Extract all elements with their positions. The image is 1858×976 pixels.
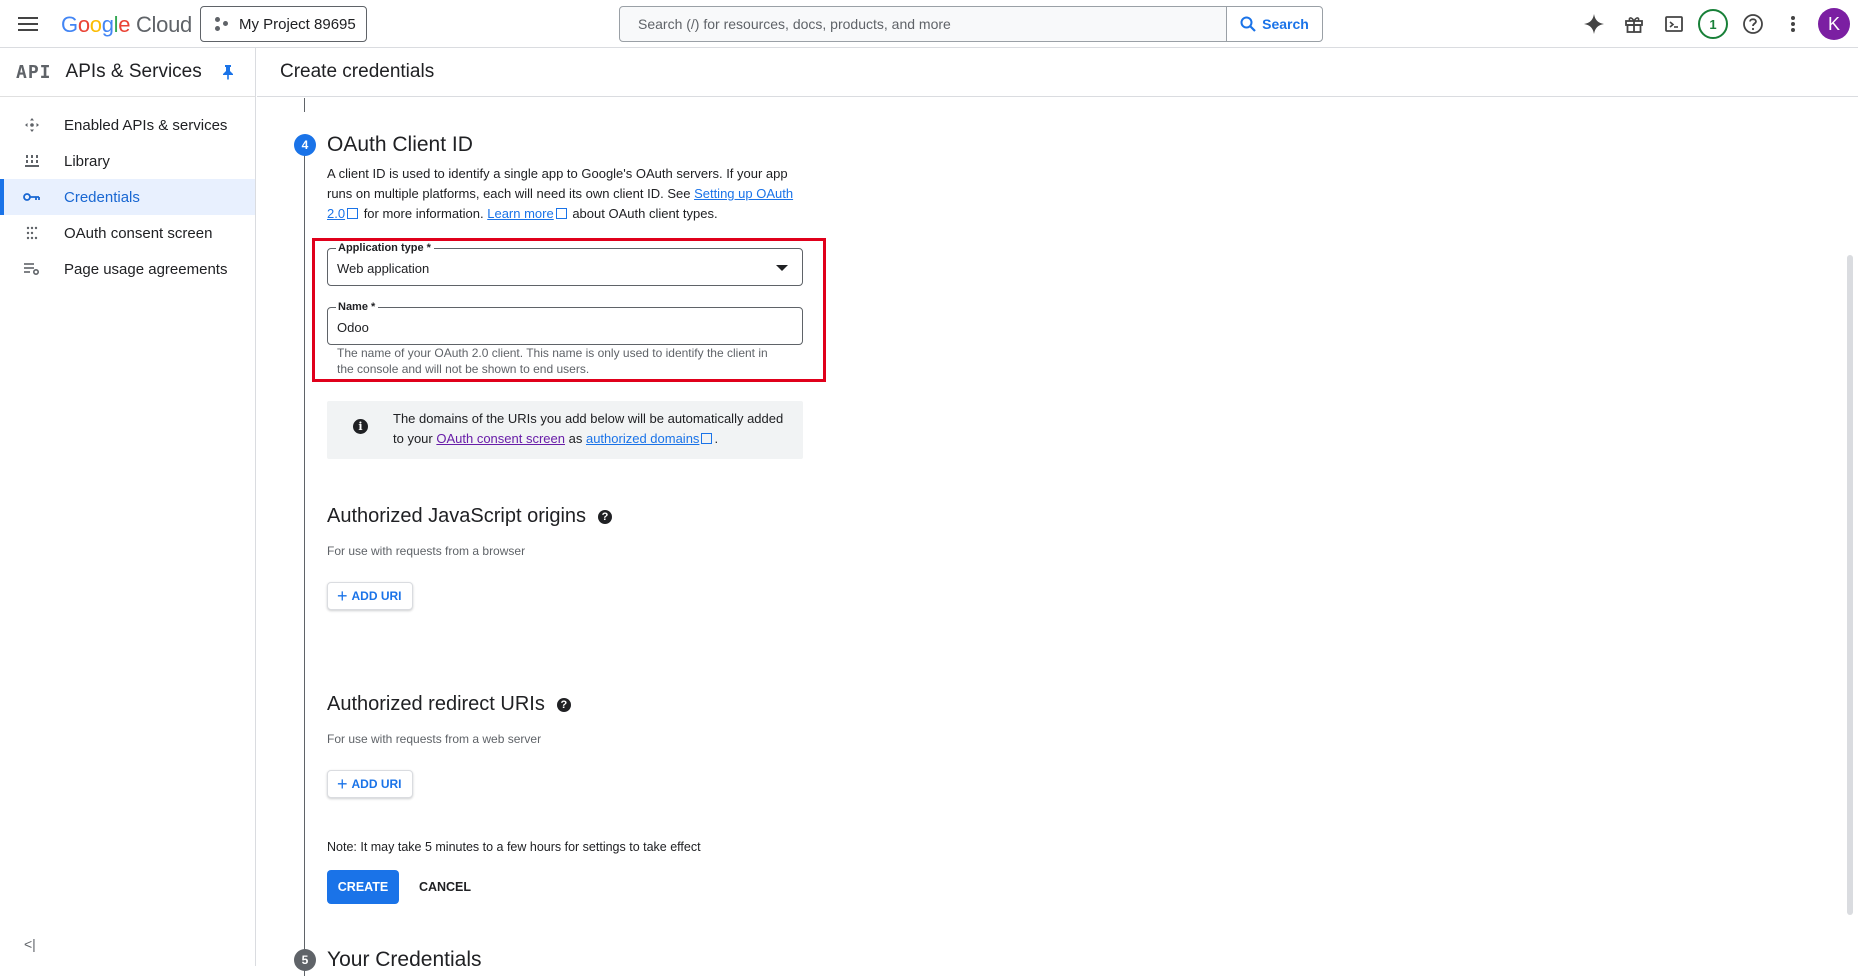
sidebar-header: API APIs & Services <box>0 48 255 97</box>
external-link-icon <box>701 433 713 444</box>
add-uri-label: ADD URI <box>351 777 402 791</box>
create-button[interactable]: CREATE <box>327 870 399 904</box>
pin-icon[interactable] <box>222 64 234 85</box>
js-origins-title: Authorized JavaScript origins <box>327 505 587 527</box>
info-text-part: . <box>714 431 719 446</box>
js-origins-heading: Authorized JavaScript origins ? <box>327 505 613 528</box>
sidebar-item-credentials[interactable]: Credentials <box>0 179 255 215</box>
vertical-scrollbar[interactable] <box>1847 255 1853 915</box>
dotted-grid-icon <box>0 226 64 240</box>
external-link-icon <box>555 208 567 219</box>
search-bar: Search (/) for resources, docs, products… <box>619 6 1323 42</box>
sidebar-item-label: Library <box>64 152 110 170</box>
top-bar: Google Cloud My Project 89695 Search (/)… <box>0 0 1858 48</box>
plus-icon: + <box>337 774 348 794</box>
step-connector-line <box>304 146 305 976</box>
search-button-label: Search <box>1262 16 1309 32</box>
application-type-value: Web application <box>337 261 430 276</box>
sidebar-item-enabled-apis[interactable]: Enabled APIs & services <box>0 107 255 143</box>
name-hint: The name of your OAuth 2.0 client. This … <box>337 346 768 376</box>
page-title: Create credentials <box>257 48 1858 97</box>
sidebar-item-page-usage[interactable]: Page usage agreements <box>0 251 255 287</box>
logo-cloud: Cloud <box>135 12 192 37</box>
more-options-icon[interactable] <box>1777 8 1809 40</box>
info-icon: i <box>353 419 368 434</box>
project-name: My Project 89695 <box>239 15 356 33</box>
add-uri-label: ADD URI <box>351 589 402 603</box>
application-type-label: Application type * <box>336 242 434 255</box>
info-text-part: as <box>565 431 586 446</box>
sidebar-item-label: OAuth consent screen <box>64 224 213 242</box>
main-menu-icon[interactable] <box>16 12 40 36</box>
add-js-origin-uri-button[interactable]: + ADD URI <box>327 582 413 610</box>
dropdown-arrow-icon <box>776 265 788 271</box>
sidebar-nav: Enabled APIs & services Library Credenti… <box>0 97 255 287</box>
main-content: 4 OAuth Client ID A client ID is used to… <box>257 98 1837 976</box>
account-avatar[interactable]: K <box>1818 8 1850 40</box>
collapse-sidebar-button[interactable]: <| <box>24 936 36 952</box>
library-icon <box>0 154 64 168</box>
gift-icon[interactable] <box>1618 8 1650 40</box>
cloud-shell-terminal-icon[interactable] <box>1658 8 1690 40</box>
diamond-arrows-icon <box>0 117 64 133</box>
plus-icon: + <box>337 586 348 606</box>
link-text: Learn more <box>487 206 554 221</box>
sidebar-item-oauth-consent[interactable]: OAuth consent screen <box>0 215 255 251</box>
redirect-uris-heading: Authorized redirect URIs ? <box>327 693 571 716</box>
search-button[interactable]: Search <box>1226 7 1322 41</box>
oauth-consent-screen-link[interactable]: OAuth consent screen <box>436 431 565 446</box>
name-input[interactable]: Name * Odoo <box>327 301 803 345</box>
section-title-your-credentials: Your Credentials <box>327 948 482 971</box>
add-redirect-uri-button[interactable]: + ADD URI <box>327 770 413 798</box>
sidebar-item-library[interactable]: Library <box>0 143 255 179</box>
notifications-button[interactable]: 1 <box>1697 8 1729 40</box>
search-input[interactable]: Search (/) for resources, docs, products… <box>620 7 1226 41</box>
authorized-domains-link[interactable]: authorized domains <box>586 431 699 446</box>
logo-google: Google <box>61 12 131 37</box>
section-title-oauth-client-id: OAuth Client ID <box>327 133 473 156</box>
key-icon <box>0 192 64 202</box>
cancel-button[interactable]: CANCEL <box>413 870 477 904</box>
desc-text: for more information. <box>360 206 488 221</box>
oauth-description: A client ID is used to identify a single… <box>327 164 797 224</box>
notification-count-badge: 1 <box>1698 9 1728 39</box>
info-box: i The domains of the URIs you add below … <box>327 401 803 459</box>
project-selector-button[interactable]: My Project 89695 <box>200 6 367 42</box>
application-type-select[interactable]: Application type * Web application <box>327 242 803 286</box>
gemini-sparkle-icon[interactable] <box>1578 8 1610 40</box>
sidebar: API APIs & Services Enabled APIs & servi… <box>0 48 256 966</box>
name-value: Odoo <box>337 320 369 335</box>
settings-note: Note: It may take 5 minutes to a few hou… <box>327 840 701 854</box>
redirect-uris-title: Authorized redirect URIs <box>327 693 545 715</box>
sidebar-item-label: Enabled APIs & services <box>64 116 228 134</box>
desc-text: about OAuth client types. <box>568 206 718 221</box>
help-icon[interactable] <box>1737 8 1769 40</box>
step-number-5: 5 <box>294 949 316 971</box>
step-number-4: 4 <box>294 134 316 156</box>
name-label: Name * <box>336 301 379 314</box>
redirect-uris-subtitle: For use with requests from a web server <box>327 732 542 746</box>
sidebar-item-label: Credentials <box>64 188 140 206</box>
sidebar-title: APIs & Services <box>65 61 202 82</box>
api-logo-icon: API <box>16 61 52 83</box>
project-icon <box>215 17 229 31</box>
google-cloud-logo[interactable]: Google Cloud <box>61 12 192 38</box>
help-circle-icon[interactable]: ? <box>598 509 613 524</box>
settings-list-icon <box>0 262 64 276</box>
js-origins-subtitle: For use with requests from a browser <box>327 544 526 558</box>
info-text: The domains of the URIs you add below wi… <box>393 409 793 449</box>
external-link-icon <box>347 208 359 219</box>
learn-more-link[interactable]: Learn more <box>487 206 553 221</box>
step-connector-line <box>304 98 305 112</box>
help-circle-icon[interactable]: ? <box>556 697 571 712</box>
search-icon <box>1240 16 1256 32</box>
sidebar-item-label: Page usage agreements <box>64 260 228 278</box>
